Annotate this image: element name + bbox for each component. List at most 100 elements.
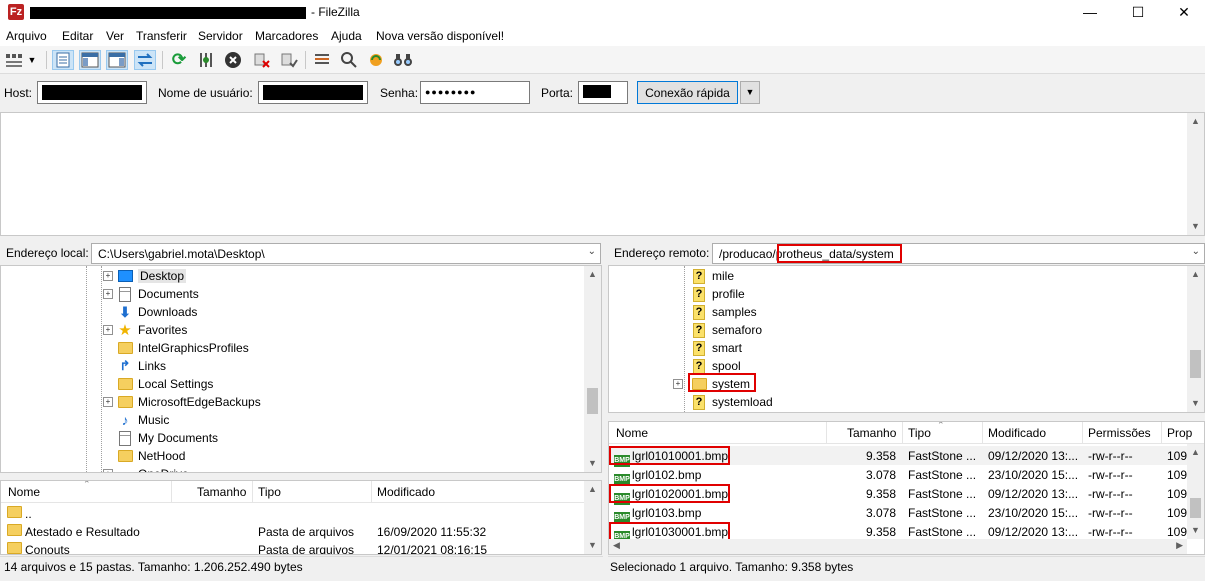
expand-icon[interactable]: +	[103, 397, 113, 407]
tree-item[interactable]: ? smart	[673, 339, 1173, 357]
local-file-list[interactable]: Nome ⌃ Tamanho Tipo Modificado .. Atestad…	[0, 480, 602, 555]
col-tamanho[interactable]: Tamanho	[847, 426, 896, 440]
table-row[interactable]: BMP lgrl01020001.bmp 9.358 FastStone ... 09/…	[609, 484, 1187, 505]
col-modificado[interactable]: Modificado	[377, 485, 435, 499]
local-path-input[interactable]: C:\Users\gabriel.mota\Desktop\ ⌄	[91, 243, 601, 264]
scroll-down-icon[interactable]: ▼	[1187, 395, 1204, 412]
compare-icon[interactable]	[338, 50, 360, 70]
col-modificado[interactable]: Modificado	[988, 426, 1046, 440]
tree-item[interactable]: ? spool	[673, 357, 1173, 375]
disconnect-icon[interactable]	[251, 50, 273, 70]
local-list-scrollbar[interactable]: ▲ ▼	[584, 481, 601, 554]
toggle-queue-icon[interactable]	[134, 50, 156, 70]
search-icon[interactable]	[392, 50, 414, 70]
tree-item[interactable]: ? semaforo	[673, 321, 1173, 339]
dropdown-arrow-icon[interactable]: ▼	[25, 50, 39, 70]
remote-hscrollbar[interactable]: ◀ ▶	[609, 539, 1187, 554]
col-separator[interactable]	[171, 481, 172, 503]
table-row[interactable]: ..	[1, 504, 585, 523]
expand-icon[interactable]: +	[103, 325, 113, 335]
scroll-left-icon[interactable]: ◀	[613, 540, 620, 551]
tree-item[interactable]: ? profile	[673, 285, 1173, 303]
tree-item[interactable]: ? samples	[673, 303, 1173, 321]
tree-item[interactable]: ? mile	[673, 267, 1173, 285]
scroll-thumb[interactable]	[1190, 498, 1201, 518]
tree-item[interactable]: Local Settings	[103, 375, 583, 393]
menu-ver[interactable]: Ver	[106, 29, 124, 43]
maximize-button[interactable]: ☐	[1115, 0, 1161, 26]
col-separator[interactable]	[1082, 422, 1083, 444]
col-permissoes[interactable]: Permissões	[1088, 426, 1151, 440]
col-proprietario[interactable]: Prop	[1167, 426, 1192, 440]
tree-item[interactable]: NetHood	[103, 447, 583, 465]
tree-item[interactable]: + ★ Favorites	[103, 321, 583, 339]
col-separator[interactable]	[982, 422, 983, 444]
local-tree-scrollbar[interactable]: ▲ ▼	[584, 266, 601, 472]
menu-transferir[interactable]: Transferir	[136, 29, 187, 43]
minimize-button[interactable]: —	[1067, 0, 1113, 26]
tree-item[interactable]: + system	[673, 375, 1173, 393]
menu-editar[interactable]: Editar	[62, 29, 93, 43]
tree-item[interactable]: + Desktop	[103, 267, 583, 285]
col-tipo[interactable]: Tipo	[258, 485, 281, 499]
tree-item[interactable]: ? systemload	[673, 393, 1173, 411]
toggle-log-icon[interactable]	[52, 50, 74, 70]
table-row[interactable]: Conouts Pasta de arquivos 12/01/2021 08:16…	[1, 540, 585, 554]
scroll-right-icon[interactable]: ▶	[1176, 540, 1183, 551]
quickconnect-dropdown-button[interactable]: ▼	[740, 81, 760, 104]
host-input[interactable]	[37, 81, 147, 104]
menu-ajuda[interactable]: Ajuda	[331, 29, 362, 43]
remote-list-scrollbar[interactable]: ▲ ▼	[1187, 444, 1204, 539]
remote-tree[interactable]: ? mile? profile? samples? semaforo? smart? spo…	[608, 265, 1205, 413]
cancel-icon[interactable]	[222, 50, 244, 70]
filter-icon[interactable]	[311, 50, 333, 70]
menu-servidor[interactable]: Servidor	[198, 29, 243, 43]
col-separator[interactable]	[252, 481, 253, 503]
col-tamanho[interactable]: Tamanho	[197, 485, 246, 499]
process-queue-icon[interactable]	[195, 50, 217, 70]
tree-item[interactable]: + MicrosoftEdgeBackups	[103, 393, 583, 411]
expand-icon[interactable]: +	[103, 289, 113, 299]
menu-marcadores[interactable]: Marcadores	[255, 29, 318, 43]
col-separator[interactable]	[826, 422, 827, 444]
message-log[interactable]: ▲ ▼	[0, 112, 1205, 236]
toggle-local-tree-icon[interactable]	[79, 50, 101, 70]
menu-nova-versao[interactable]: Nova versão disponível!	[376, 29, 504, 43]
scroll-up-icon[interactable]: ▲	[1187, 444, 1204, 461]
scroll-down-icon[interactable]: ▼	[1187, 522, 1204, 539]
tree-item[interactable]: ⬇ Downloads	[103, 303, 583, 321]
scroll-up-icon[interactable]: ▲	[584, 481, 601, 498]
scroll-thumb[interactable]	[587, 388, 598, 414]
col-separator[interactable]	[371, 481, 372, 503]
refresh-icon[interactable]: ⟳	[168, 50, 190, 70]
scroll-up-icon[interactable]: ▲	[584, 266, 601, 283]
close-button[interactable]: ✕	[1161, 0, 1205, 26]
remote-file-list[interactable]: Nome Tamanho Tipo ⌃ Modificado Permissõe…	[608, 421, 1205, 555]
quickconnect-button[interactable]: Conexão rápida	[637, 81, 738, 104]
scroll-up-icon[interactable]: ▲	[1187, 113, 1204, 130]
expand-icon[interactable]: +	[673, 379, 683, 389]
scroll-up-icon[interactable]: ▲	[1187, 266, 1204, 283]
username-input[interactable]	[258, 81, 368, 104]
col-tipo[interactable]: Tipo	[908, 426, 931, 440]
scroll-down-icon[interactable]: ▼	[584, 455, 601, 472]
table-row[interactable]: BMP lgrl0102.bmp 3.078 FastStone ... 23/10/2…	[609, 465, 1187, 486]
col-separator[interactable]	[902, 422, 903, 444]
table-row[interactable]: BMP lgrl01010001.bmp 9.358 FastStone ... 09/…	[609, 446, 1187, 467]
tree-item[interactable]: IntelGraphicsProfiles	[103, 339, 583, 357]
tree-item[interactable]: ♪ Music	[103, 411, 583, 429]
remote-tree-scrollbar[interactable]: ▲ ▼	[1187, 266, 1204, 412]
site-manager-icon[interactable]	[3, 50, 25, 70]
tree-item[interactable]: ↱ Links	[103, 357, 583, 375]
table-row[interactable]: Atestado e Resultado Pasta de arquivos 16/…	[1, 522, 585, 541]
menu-arquivo[interactable]: Arquivo	[6, 29, 47, 43]
remote-path-input[interactable]: /producao/protheus_data/system ⌄	[712, 243, 1205, 264]
expand-icon[interactable]: +	[103, 469, 113, 472]
reconnect-icon[interactable]	[278, 50, 300, 70]
scroll-thumb[interactable]	[1190, 350, 1201, 378]
table-row[interactable]: BMP lgrl0103.bmp 3.078 FastStone ... 23/10/2…	[609, 503, 1187, 524]
chevron-down-icon[interactable]: ⌄	[1192, 246, 1200, 257]
expand-icon[interactable]: +	[103, 271, 113, 281]
col-nome[interactable]: Nome	[8, 485, 40, 499]
port-input[interactable]	[578, 81, 628, 104]
